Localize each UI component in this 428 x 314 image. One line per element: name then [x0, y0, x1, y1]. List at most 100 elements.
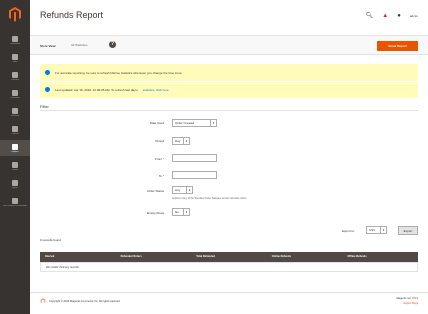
- chevron-down-icon: ▾: [210, 120, 216, 126]
- sidebar-item-system[interactable]: System: [0, 176, 30, 192]
- sidebar-item-sales[interactable]: Sales: [0, 50, 30, 66]
- admin-sidebar: Dashboard Sales Products Customers Marke…: [0, 0, 30, 314]
- to-date-input[interactable]: [172, 171, 217, 179]
- records-found: 0 records found: [40, 238, 61, 242]
- sidebar-item-label: Content: [11, 132, 19, 135]
- puzzle-icon: [12, 197, 18, 204]
- export-format-value: CSV: [369, 228, 376, 232]
- main-content: Refunds Report 🔍︎ ▲ ● admin Store View: …: [30, 0, 428, 314]
- from-date-input[interactable]: [172, 154, 217, 162]
- filter-title: Filter: [40, 104, 49, 109]
- magento-logo-icon[interactable]: [7, 6, 23, 22]
- sidebar-item-partners[interactable]: Find Partners & Extensions: [0, 194, 30, 210]
- column-header-offline-refunds[interactable]: Offline Refunds: [342, 252, 418, 262]
- notice-message: For accurate reporting, be sure to refre…: [45, 70, 182, 75]
- order-status-label: Order Status: [146, 189, 164, 193]
- export-format-select[interactable]: CSV ▾: [366, 226, 387, 234]
- notice-message: Last updated: Apr 16, 2016, 12:09:05 AM.…: [45, 87, 169, 92]
- order-status-note: Applies to Any of the Specified Order St…: [172, 197, 247, 200]
- to-label: To: [158, 174, 162, 178]
- layout-icon: [12, 125, 18, 132]
- scope-toolbar: Store View: All Websites ? Show Report: [30, 35, 428, 55]
- order-status-select[interactable]: Any ▾: [172, 186, 193, 194]
- gear-icon: [12, 179, 18, 186]
- date-used-select[interactable]: Order Created ▾: [172, 119, 217, 127]
- search-icon[interactable]: 🔍︎: [366, 13, 374, 19]
- sidebar-item-marketing[interactable]: Marketing: [0, 104, 30, 120]
- megaphone-icon: [12, 107, 18, 114]
- column-header-interval[interactable]: Interval: [40, 252, 116, 262]
- sidebar-item-label: Sales: [12, 60, 18, 63]
- sidebar-item-label: Customers: [10, 96, 20, 99]
- sidebar-item-label: Marketing: [10, 114, 20, 117]
- refresh-statistics-link[interactable]: statistics, click here.: [143, 88, 170, 92]
- to-label-wrap: To *: [104, 174, 164, 178]
- empty-rows-select[interactable]: No ▾: [172, 208, 190, 216]
- order-status-value: Any: [175, 188, 181, 192]
- sidebar-item-reports[interactable]: Reports: [0, 140, 30, 156]
- footer-copyright: Copyright © 2016 Magento Commerce Inc. A…: [40, 298, 120, 304]
- export-to-label: Export to:: [342, 229, 355, 233]
- divider: [40, 81, 418, 82]
- sidebar-item-label: System: [11, 186, 19, 189]
- sidebar-item-dashboard[interactable]: Dashboard: [0, 32, 30, 48]
- period-label: Period: [155, 139, 164, 143]
- chevron-down-icon: ▾: [186, 187, 192, 193]
- store-view-switcher[interactable]: All Websites: [71, 43, 87, 47]
- store-view-label: Store View:: [40, 44, 57, 48]
- sidebar-item-label: Stores: [12, 168, 18, 171]
- box-icon: [12, 71, 18, 78]
- divider: [30, 292, 428, 293]
- divider: [40, 110, 418, 111]
- question-icon[interactable]: ?: [109, 41, 116, 48]
- export-button[interactable]: Export: [398, 226, 418, 235]
- dollar-icon: [12, 53, 18, 60]
- report-grid: Interval Refunded Orders Total Refunded …: [40, 252, 418, 272]
- show-report-button[interactable]: Show Report: [377, 41, 418, 51]
- dashboard-icon: [12, 35, 18, 42]
- info-icon: [45, 70, 50, 75]
- notice-text: For accurate reporting, be sure to refre…: [55, 70, 183, 75]
- required-marker: *: [162, 174, 164, 178]
- user-menu[interactable]: admin: [410, 14, 418, 18]
- sidebar-item-label: Find Partners & Extensions: [2, 204, 28, 207]
- sidebar-item-label: Dashboard: [10, 42, 20, 45]
- bar-chart-icon: [12, 143, 18, 150]
- from-label: From: [154, 157, 162, 161]
- person-icon: [12, 89, 18, 96]
- header-actions: 🔍︎ ▲ ● admin: [366, 13, 418, 19]
- grid-header: Interval Refunded Orders Total Refunded …: [40, 252, 418, 262]
- chevron-down-icon: ▾: [380, 227, 386, 233]
- period-value: Day: [175, 139, 181, 143]
- column-header-total-refunded[interactable]: Total Refunded: [191, 252, 267, 262]
- copyright-text: Copyright © 2016 Magento Commerce Inc. A…: [49, 299, 121, 303]
- footer-version: Magento ver. 2.0.4 Report Bugs: [397, 297, 418, 305]
- version-text: Magento ver. 2.0.4: [396, 297, 418, 300]
- sidebar-item-stores[interactable]: Stores: [0, 158, 30, 174]
- sidebar-item-products[interactable]: Products: [0, 68, 30, 84]
- empty-row-message: We couldn't find any records.: [40, 262, 418, 272]
- column-header-online-refunds[interactable]: Online Refunds: [267, 252, 343, 262]
- store-icon: [12, 161, 18, 168]
- date-used-value: Order Created: [175, 121, 195, 125]
- sidebar-item-content[interactable]: Content: [0, 122, 30, 138]
- period-select[interactable]: Day ▾: [172, 137, 190, 145]
- sidebar-item-label: Products: [11, 78, 19, 81]
- chevron-down-icon: ▾: [183, 209, 189, 215]
- bell-icon[interactable]: ▲: [382, 13, 388, 19]
- report-bugs-link[interactable]: Report Bugs: [397, 302, 418, 305]
- info-icon: [45, 87, 50, 92]
- user-icon[interactable]: ●: [397, 13, 401, 19]
- column-header-refunded-orders[interactable]: Refunded Orders: [116, 252, 192, 262]
- chevron-down-icon: ▾: [183, 138, 189, 144]
- required-marker: *: [162, 157, 164, 161]
- sidebar-item-customers[interactable]: Customers: [0, 86, 30, 102]
- empty-rows-label: Empty Rows: [147, 211, 164, 215]
- sidebar-item-label: Reports: [11, 150, 19, 153]
- notice-messages: For accurate reporting, be sure to refre…: [40, 64, 418, 98]
- date-used-label: Date Used: [149, 121, 164, 125]
- notice-text: Last updated: Apr 16, 2016, 12:09:05 AM.…: [55, 87, 138, 92]
- magento-logo-icon: [40, 298, 46, 303]
- empty-rows-value: No: [175, 210, 179, 214]
- from-label-wrap: From *: [104, 157, 164, 161]
